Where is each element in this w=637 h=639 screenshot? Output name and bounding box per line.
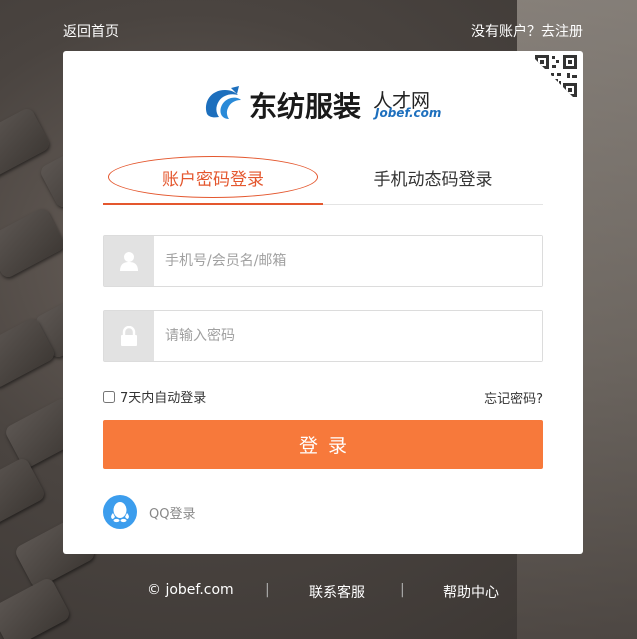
qq-login[interactable]: QQ登录 — [103, 495, 195, 529]
register-link[interactable]: 没有账户？去注册 — [471, 21, 583, 41]
logo-domain-text: Jobef.com — [375, 106, 442, 120]
remember-me[interactable]: 7天内自动登录 — [103, 387, 206, 406]
username-field — [103, 235, 543, 287]
footer-divider: | — [400, 582, 405, 598]
lock-icon — [104, 311, 154, 361]
footer: © jobef.com | 联系客服 | 帮助中心 — [0, 582, 637, 602]
remember-label: 7天内自动登录 — [120, 391, 207, 406]
qq-login-label[interactable]: QQ登录 — [149, 503, 195, 522]
tab-mobile-login[interactable]: 手机动态码登录 — [323, 165, 543, 190]
password-field — [103, 310, 543, 362]
username-input[interactable] — [154, 236, 542, 286]
qq-icon[interactable] — [103, 495, 137, 529]
back-home-link[interactable]: 返回首页 — [63, 21, 119, 41]
qr-code-icon[interactable] — [527, 51, 583, 107]
logo-mark-icon — [205, 86, 241, 119]
user-icon — [104, 236, 154, 286]
remember-checkbox[interactable] — [103, 390, 115, 403]
login-button[interactable]: 登录 — [103, 420, 543, 469]
login-card: 东纺服装 人才网 Jobef.com 账户密码登录 手机动态码登录 7天内自动登… — [63, 51, 583, 554]
tab-account-login[interactable]: 账户密码登录 — [103, 165, 323, 190]
footer-help-link[interactable]: 帮助中心 — [443, 582, 499, 602]
forgot-password-link[interactable]: 忘记密码? — [484, 388, 543, 407]
top-navigation: 返回首页 没有账户？去注册 — [63, 21, 583, 41]
login-tabs: 账户密码登录 手机动态码登录 — [103, 151, 543, 205]
footer-copyright: © jobef.com — [147, 582, 234, 598]
site-logo[interactable]: 东纺服装 人才网 Jobef.com — [201, 84, 446, 124]
footer-divider: | — [265, 582, 270, 598]
logo-brand-text: 东纺服装 — [249, 90, 362, 123]
footer-contact-link[interactable]: 联系客服 — [309, 582, 365, 602]
password-input[interactable] — [154, 311, 542, 361]
tab-active-underline — [103, 203, 323, 205]
